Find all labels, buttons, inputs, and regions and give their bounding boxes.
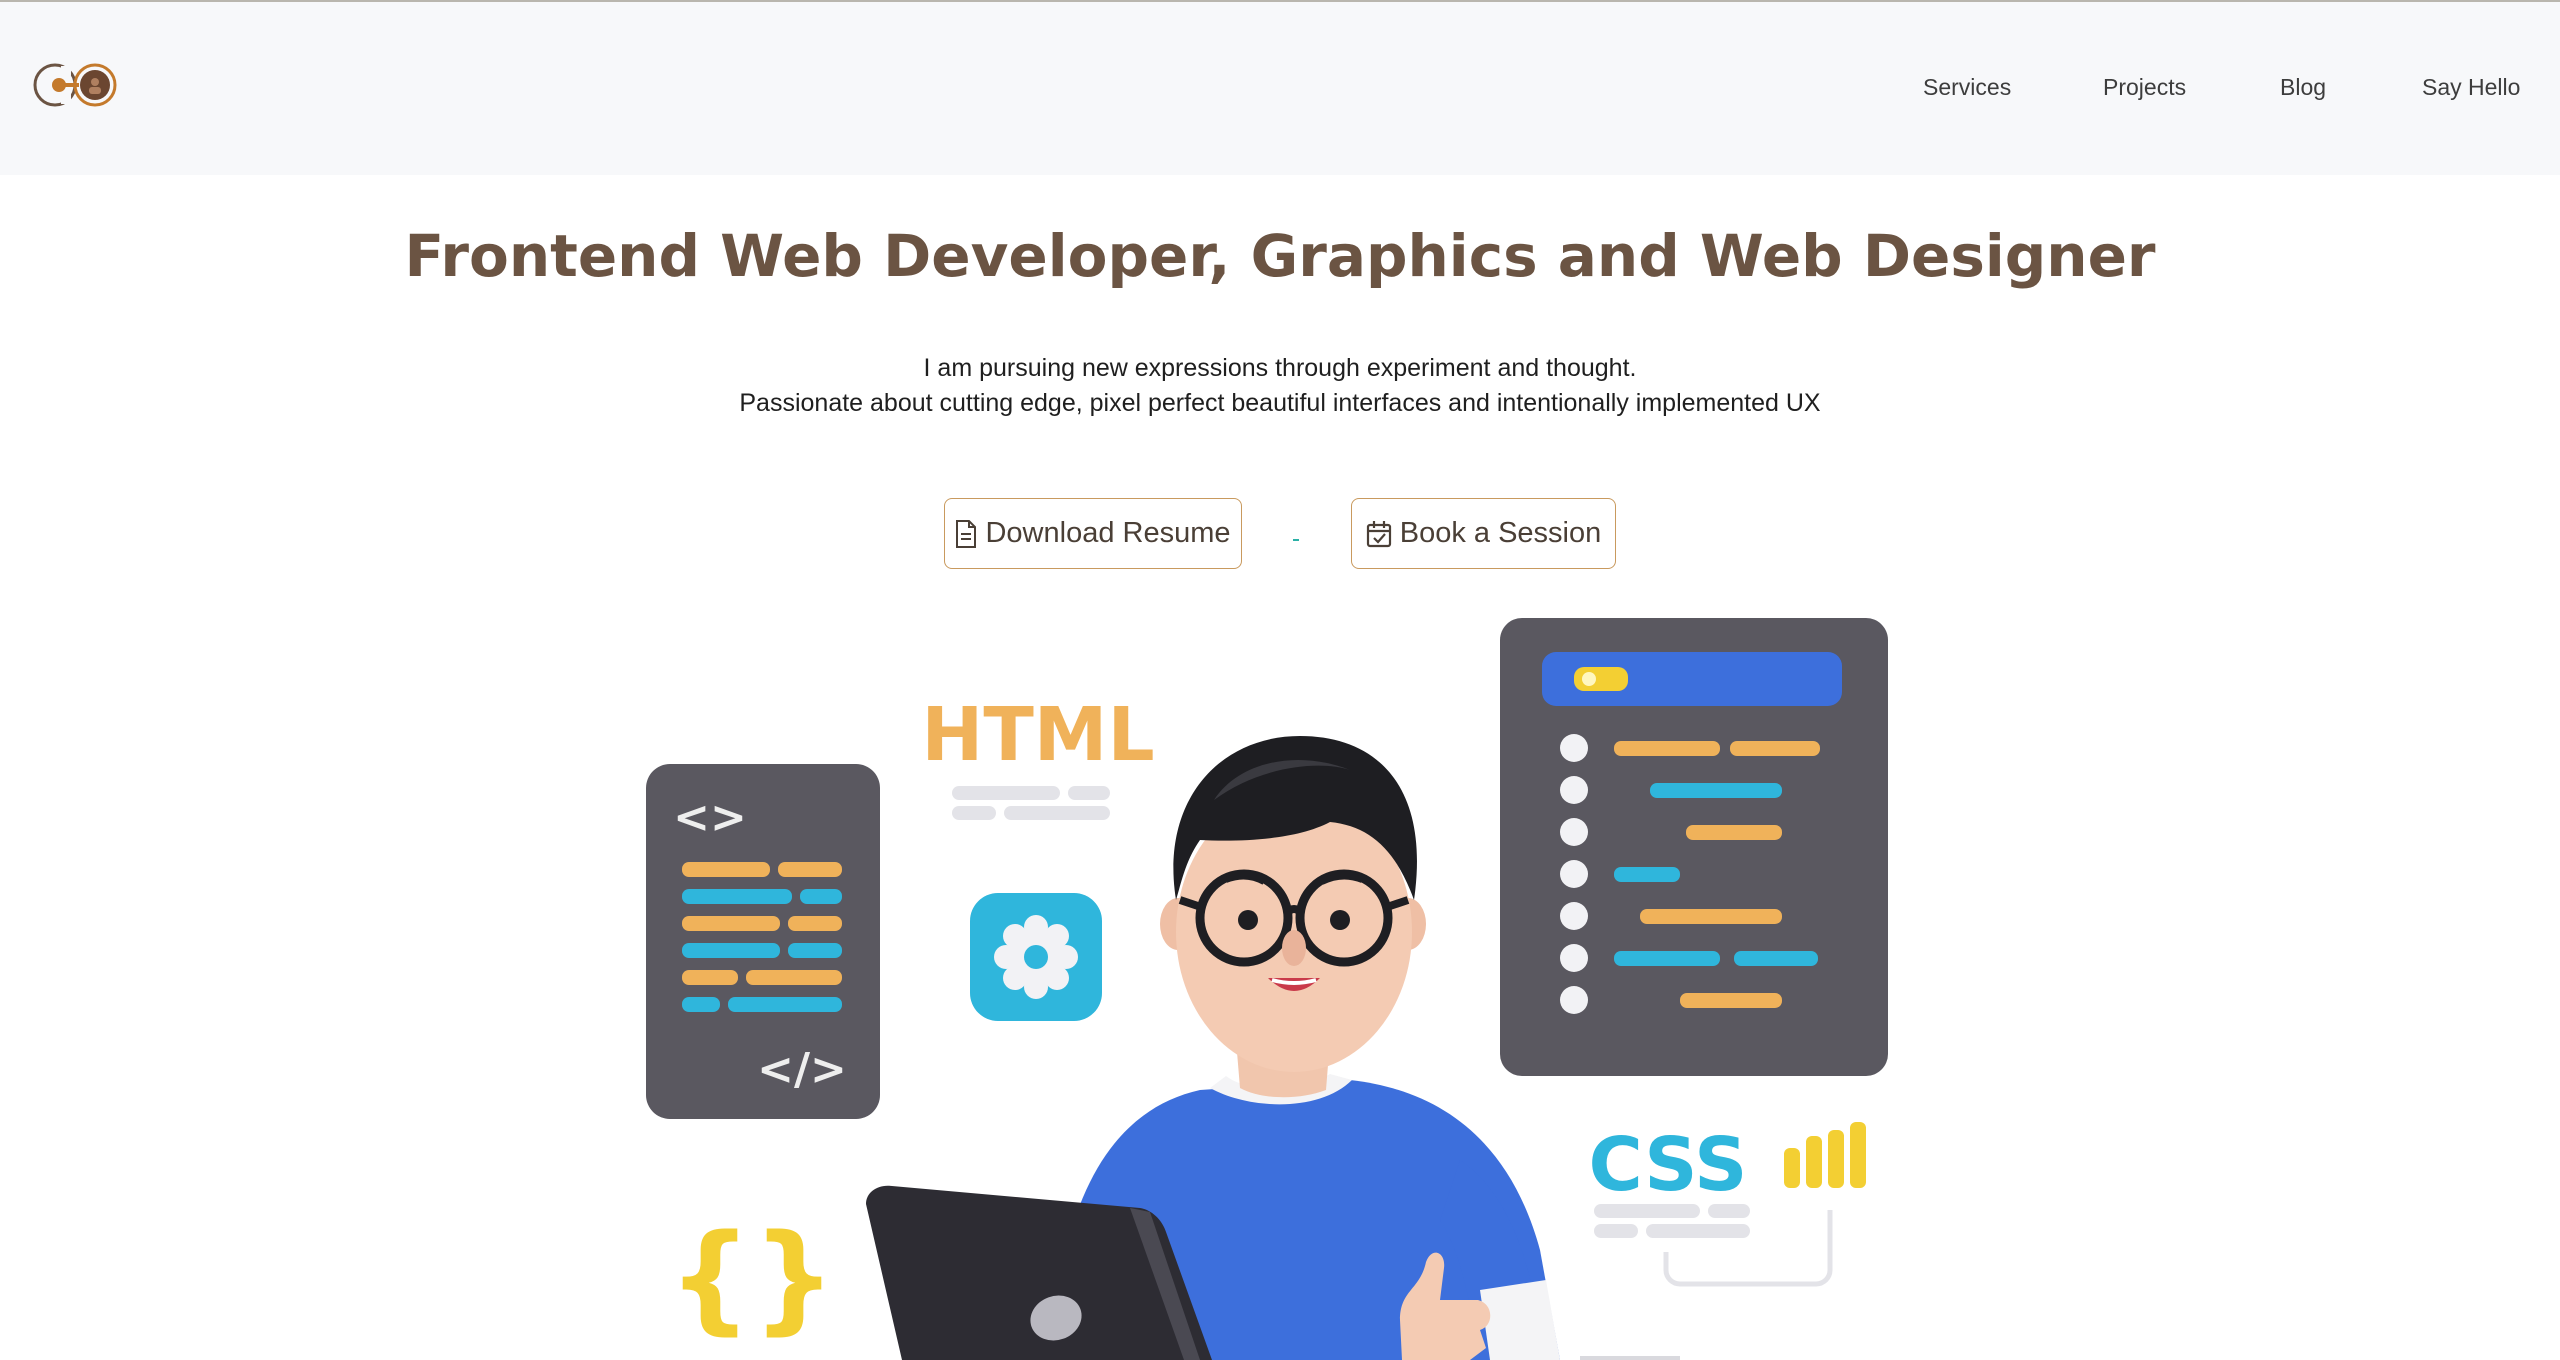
site-header: Services Projects Blog Say Hello — [0, 2, 2560, 175]
braces-icon: {} — [668, 1208, 836, 1346]
html-label: HTML — [921, 692, 1154, 778]
download-resume-button[interactable]: Download Resume — [944, 498, 1242, 569]
hero-title: Frontend Web Developer, Graphics and Web… — [404, 222, 2156, 290]
divider-dash — [1293, 539, 1299, 541]
code-symbol-open: <> — [673, 792, 747, 843]
code-symbol-close: </> — [757, 1044, 847, 1095]
book-session-label: Book a Session — [1399, 517, 1602, 549]
css-label: CSS — [1589, 1122, 1748, 1208]
gear-icon — [970, 893, 1102, 1021]
nav-services[interactable]: Services — [1923, 74, 2011, 101]
css-badge: CSS — [1589, 1122, 1833, 1287]
developer-illustration: <> </> HTML CSS {} — [646, 618, 1888, 1360]
nav-blog[interactable]: Blog — [2280, 74, 2326, 101]
developer-avatar — [1050, 736, 1560, 1360]
code-card-left: <> </> — [646, 764, 880, 1119]
nav-say-hello[interactable]: Say Hello — [2422, 74, 2520, 101]
html-badge: HTML — [921, 692, 1155, 820]
hero-subtitle-line-1: I am pursuing new expressions through ex… — [923, 354, 1637, 382]
document-icon — [956, 519, 977, 548]
nav-projects[interactable]: Projects — [2103, 74, 2186, 101]
hero-subtitle-line-2: Passionate about cutting edge, pixel per… — [739, 389, 1821, 417]
laptop-icon — [866, 1185, 1212, 1360]
book-session-button[interactable]: Book a Session — [1351, 498, 1616, 569]
calendar-check-icon — [1366, 520, 1391, 547]
bar-chart-icon — [1784, 1122, 1866, 1188]
logo[interactable] — [31, 56, 121, 114]
code-window-right — [1500, 618, 1888, 1076]
download-resume-label: Download Resume — [985, 517, 1231, 549]
